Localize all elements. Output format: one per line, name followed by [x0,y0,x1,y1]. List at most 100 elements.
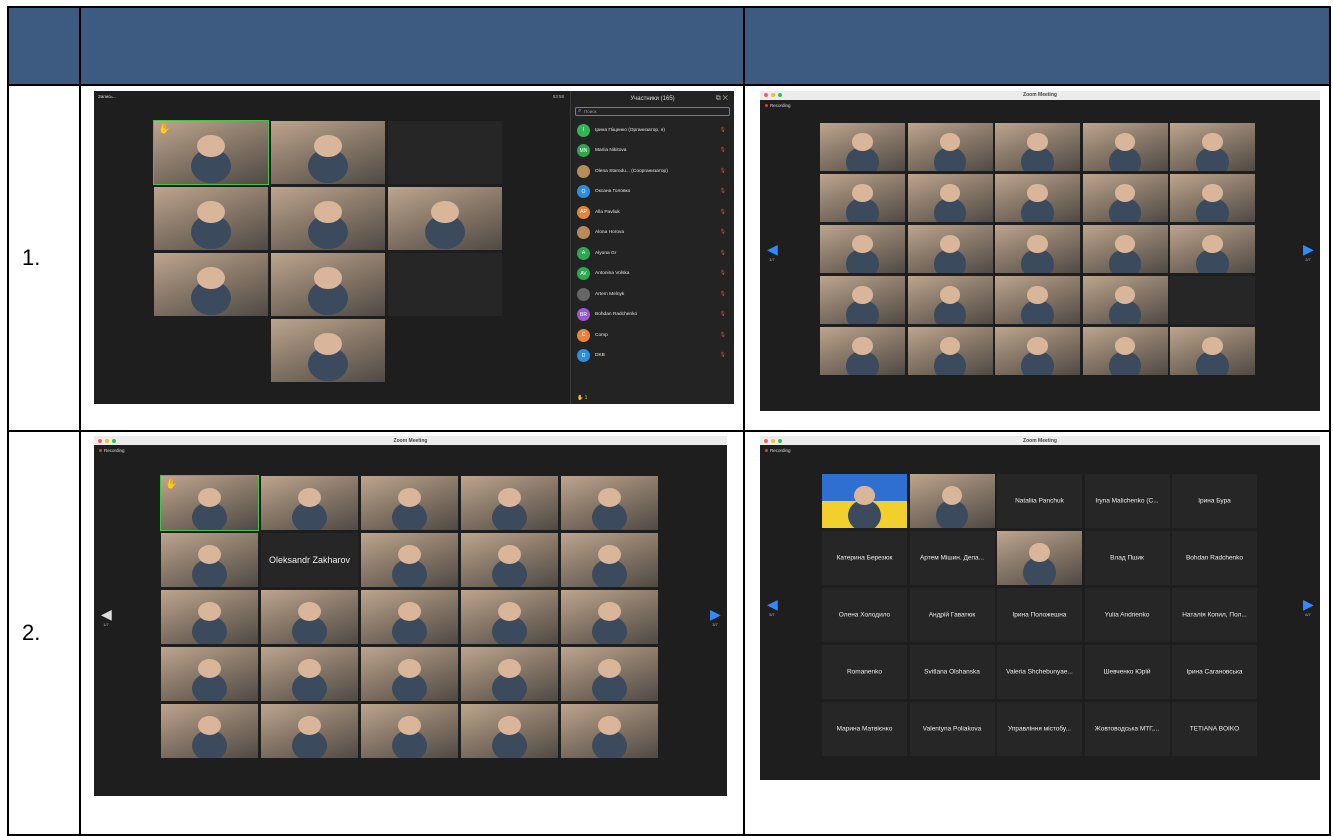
video-tile[interactable] [561,476,658,531]
muted-mic-icon[interactable]: 🎙 [720,168,726,174]
video-tile[interactable] [388,186,502,250]
muted-mic-icon[interactable]: 🎙 [720,352,726,358]
video-tile[interactable] [161,704,258,759]
video-tile[interactable] [907,326,993,375]
video-tile[interactable]: Олена Холодило [822,588,907,643]
muted-mic-icon[interactable]: 🎙 [720,291,726,297]
video-tile[interactable] [1082,173,1168,222]
muted-mic-icon[interactable]: 🎙 [720,332,726,338]
video-tile[interactable]: Nataliia Panchuk [997,474,1082,529]
video-tile[interactable]: Ірина Положешна [997,588,1082,643]
prev-page-arrow-icon[interactable]: ◀ 1/7 [767,241,778,263]
video-tile[interactable]: Yulia Andrienko [1084,588,1170,643]
video-tile[interactable]: Шевченко Юрій [1084,645,1170,700]
video-tile[interactable]: Артем Мішин. Депа... [909,531,995,586]
video-tile[interactable] [561,647,658,702]
video-tile[interactable] [820,173,905,222]
video-tile[interactable]: Romanenko [822,645,907,700]
video-tile[interactable] [461,476,558,531]
video-tile[interactable]: ✋ [160,475,259,532]
participants-search-input[interactable]: Поиск [575,106,730,116]
video-tile[interactable] [995,224,1080,273]
video-tile[interactable] [909,474,995,529]
video-tile[interactable]: Oleksandr Zakharov [261,533,358,588]
participant-row[interactable]: A Alyona Gr 🎙 [571,243,734,264]
video-tile[interactable]: Катерина Березюк [822,531,907,586]
video-tile[interactable] [995,122,1080,171]
participant-row[interactable]: Alona Horova 🎙 [571,222,734,243]
video-tile[interactable]: Iryna Malichenko (C... [1084,474,1170,529]
video-tile[interactable]: Ірина Сагановська [1172,645,1257,700]
participant-row[interactable]: C Comp 🎙 [571,325,734,346]
next-page-arrow-icon[interactable]: ▶ 6/7 [1303,596,1314,618]
video-tile[interactable]: Андрій Гаватюк [909,588,995,643]
video-tile[interactable] [1170,275,1255,324]
video-tile[interactable]: Жовтоводська МТГ,... [1084,702,1170,757]
video-tile[interactable]: Ірина Бура [1172,474,1257,529]
video-tile[interactable]: Bohdan Radchenko [1172,531,1257,586]
video-tile[interactable] [271,318,385,382]
participant-row[interactable]: AV Antonina Volska 🎙 [571,263,734,284]
video-tile[interactable] [1170,326,1255,375]
video-tile[interactable] [1082,326,1168,375]
muted-mic-icon[interactable]: 🎙 [720,250,726,256]
video-tile[interactable] [995,173,1080,222]
video-tile[interactable] [388,120,502,184]
video-tile[interactable] [820,275,905,324]
muted-mic-icon[interactable]: 🎙 [720,229,726,235]
video-tile[interactable] [907,122,993,171]
video-tile[interactable] [161,533,258,588]
video-tile[interactable] [361,704,458,759]
muted-mic-icon[interactable]: 🎙 [720,209,726,215]
muted-mic-icon[interactable]: 🎙 [720,270,726,276]
video-tile[interactable] [361,590,458,645]
video-tile[interactable] [820,122,905,171]
video-tile[interactable] [1082,224,1168,273]
video-tile[interactable]: Наталія Копил, Пол... [1172,588,1257,643]
video-tile[interactable] [995,275,1080,324]
video-tile[interactable] [995,326,1080,375]
video-tile[interactable] [1082,122,1168,171]
video-tile[interactable] [561,590,658,645]
video-tile[interactable] [361,533,458,588]
video-tile[interactable] [561,533,658,588]
participant-row[interactable]: І Ірина Піщенко (Организатор, я) 🎙 [571,120,734,141]
video-tile[interactable] [907,224,993,273]
video-tile[interactable] [561,704,658,759]
video-tile[interactable] [161,647,258,702]
video-tile[interactable] [1170,224,1255,273]
video-tile[interactable] [271,186,385,250]
participant-row[interactable]: О Оксана Головко 🎙 [571,181,734,202]
video-tile[interactable]: Влад Пшик [1084,531,1170,586]
muted-mic-icon[interactable]: 🎙 [720,188,726,194]
video-tile[interactable] [907,275,993,324]
video-tile[interactable] [261,704,358,759]
close-icon[interactable]: ⧉ ✕ [716,91,728,107]
participant-row[interactable]: BR Bohdan Radchenko 🎙 [571,304,734,325]
video-tile[interactable] [461,533,558,588]
video-tile[interactable] [461,590,558,645]
participant-row[interactable]: AP Alla Pavliuk 🎙 [571,202,734,223]
video-tile[interactable] [161,590,258,645]
video-tile[interactable] [261,590,358,645]
muted-mic-icon[interactable]: 🎙 [720,147,726,153]
video-tile[interactable] [907,173,993,222]
video-tile[interactable]: Svitlana Olshanska [909,645,995,700]
video-tile[interactable] [261,647,358,702]
prev-page-arrow-icon[interactable]: ◀ 1/7 [101,606,112,628]
video-tile[interactable] [997,531,1082,586]
video-tile[interactable] [388,252,502,316]
video-tile[interactable]: Valeria Shchebunyae... [997,645,1082,700]
video-tile[interactable] [1170,122,1255,171]
video-tile[interactable] [820,224,905,273]
muted-mic-icon[interactable]: 🎙 [720,127,726,133]
video-tile[interactable] [154,252,268,316]
participant-row[interactable]: Olena Starodu... (Соорганизатор) 🎙 [571,161,734,182]
next-page-arrow-icon[interactable]: ▶ 3/7 [710,606,721,628]
video-tile[interactable] [1170,173,1255,222]
video-tile[interactable] [461,647,558,702]
video-tile[interactable] [361,647,458,702]
video-tile[interactable] [361,476,458,531]
participant-row[interactable]: Artem Melnyk 🎙 [571,284,734,305]
video-tile[interactable]: ✋ [153,119,269,185]
